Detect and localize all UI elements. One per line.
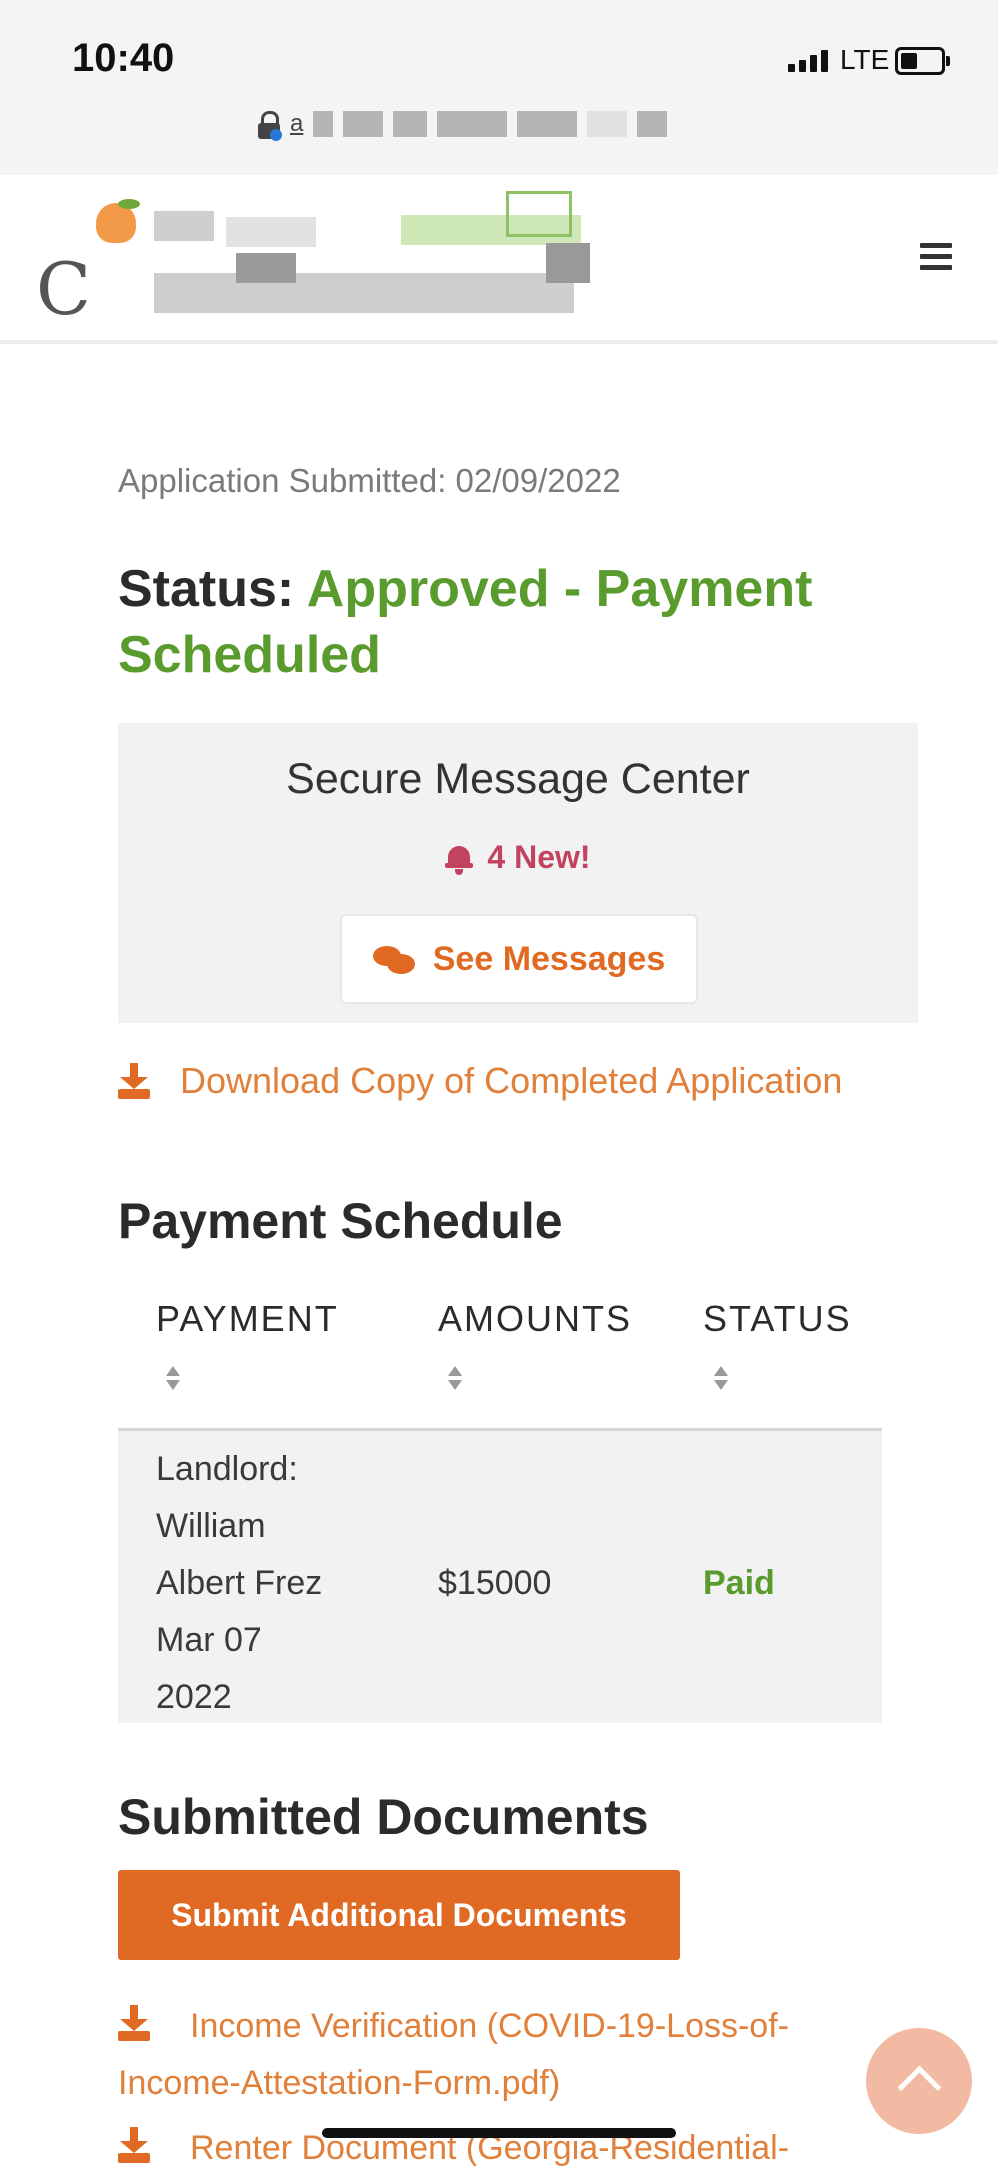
download-icon <box>118 2005 150 2041</box>
payment-line: Albert Frez <box>156 1564 323 1602</box>
column-header-payment[interactable]: PAYMENT <box>156 1298 339 1340</box>
amount-cell: $15000 <box>438 1564 552 1602</box>
submitted-documents-title: Submitted Documents <box>118 1789 649 1845</box>
application-status: Status: Approved - Payment Scheduled <box>118 556 898 688</box>
chat-icon <box>372 944 417 974</box>
signal-icon <box>788 50 828 72</box>
battery-icon <box>895 47 950 75</box>
payment-line: Landlord: <box>156 1450 298 1488</box>
status-label: Status: <box>118 560 295 618</box>
site-logo[interactable]: C <box>36 191 636 331</box>
download-icon <box>118 2127 150 2163</box>
document-label: Income Verification (COVID-19-Loss-of-In… <box>118 2007 789 2102</box>
scroll-to-top-button[interactable] <box>866 2028 972 2134</box>
url-redacted <box>313 111 668 137</box>
see-messages-label: See Messages <box>432 939 666 978</box>
clock: 10:40 <box>72 36 175 80</box>
download-icon <box>118 1063 150 1099</box>
hamburger-menu-icon[interactable] <box>920 243 952 276</box>
column-header-amounts[interactable]: AMOUNTS <box>438 1298 632 1340</box>
logo-letter: C <box>36 247 92 331</box>
payment-cell: Landlord: William Albert Frez Mar 07 202… <box>156 1441 386 1726</box>
secure-message-center: Secure Message Center 4 New! See Message… <box>118 723 918 1023</box>
sort-icon[interactable] <box>448 1366 462 1396</box>
submit-additional-documents-button[interactable]: Submit Additional Documents <box>118 1870 680 1960</box>
chevron-up-icon <box>897 2065 942 2110</box>
new-messages-badge: 4 New! <box>118 839 918 876</box>
sort-icon[interactable] <box>714 1366 728 1396</box>
bell-icon <box>445 844 474 875</box>
see-messages-button[interactable]: See Messages <box>340 914 698 1004</box>
column-header-status[interactable]: STATUS <box>703 1298 852 1340</box>
payment-line: William <box>156 1507 266 1545</box>
new-messages-count: 4 New! <box>487 839 591 875</box>
payment-schedule-title: Payment Schedule <box>118 1193 563 1249</box>
message-center-title: Secure Message Center <box>286 755 750 803</box>
site-header: C <box>0 175 998 344</box>
document-link[interactable]: Income Verification (COVID-19-Loss-of-In… <box>118 1998 878 2112</box>
home-indicator[interactable] <box>322 2128 676 2138</box>
payment-line: 2022 <box>156 1678 232 1716</box>
download-application-link[interactable]: Download Copy of Completed Application <box>118 1060 842 1102</box>
table-row: Landlord: William Albert Frez Mar 07 202… <box>118 1431 882 1723</box>
payment-status-cell: Paid <box>703 1564 775 1602</box>
sort-icon[interactable] <box>166 1366 180 1396</box>
url-text: a <box>290 110 304 137</box>
download-application-label: Download Copy of Completed Application <box>180 1060 843 1101</box>
network-type: LTE <box>840 44 890 75</box>
payment-line: Mar 07 <box>156 1621 262 1659</box>
payment-table-header: PAYMENT AMOUNTS STATUS <box>118 1298 882 1431</box>
application-submitted-date: Application Submitted: 02/09/2022 <box>118 462 621 499</box>
lock-icon <box>258 111 282 141</box>
status-bar: 10:40 LTE a <box>0 0 998 175</box>
url-bar[interactable]: a <box>258 110 668 141</box>
